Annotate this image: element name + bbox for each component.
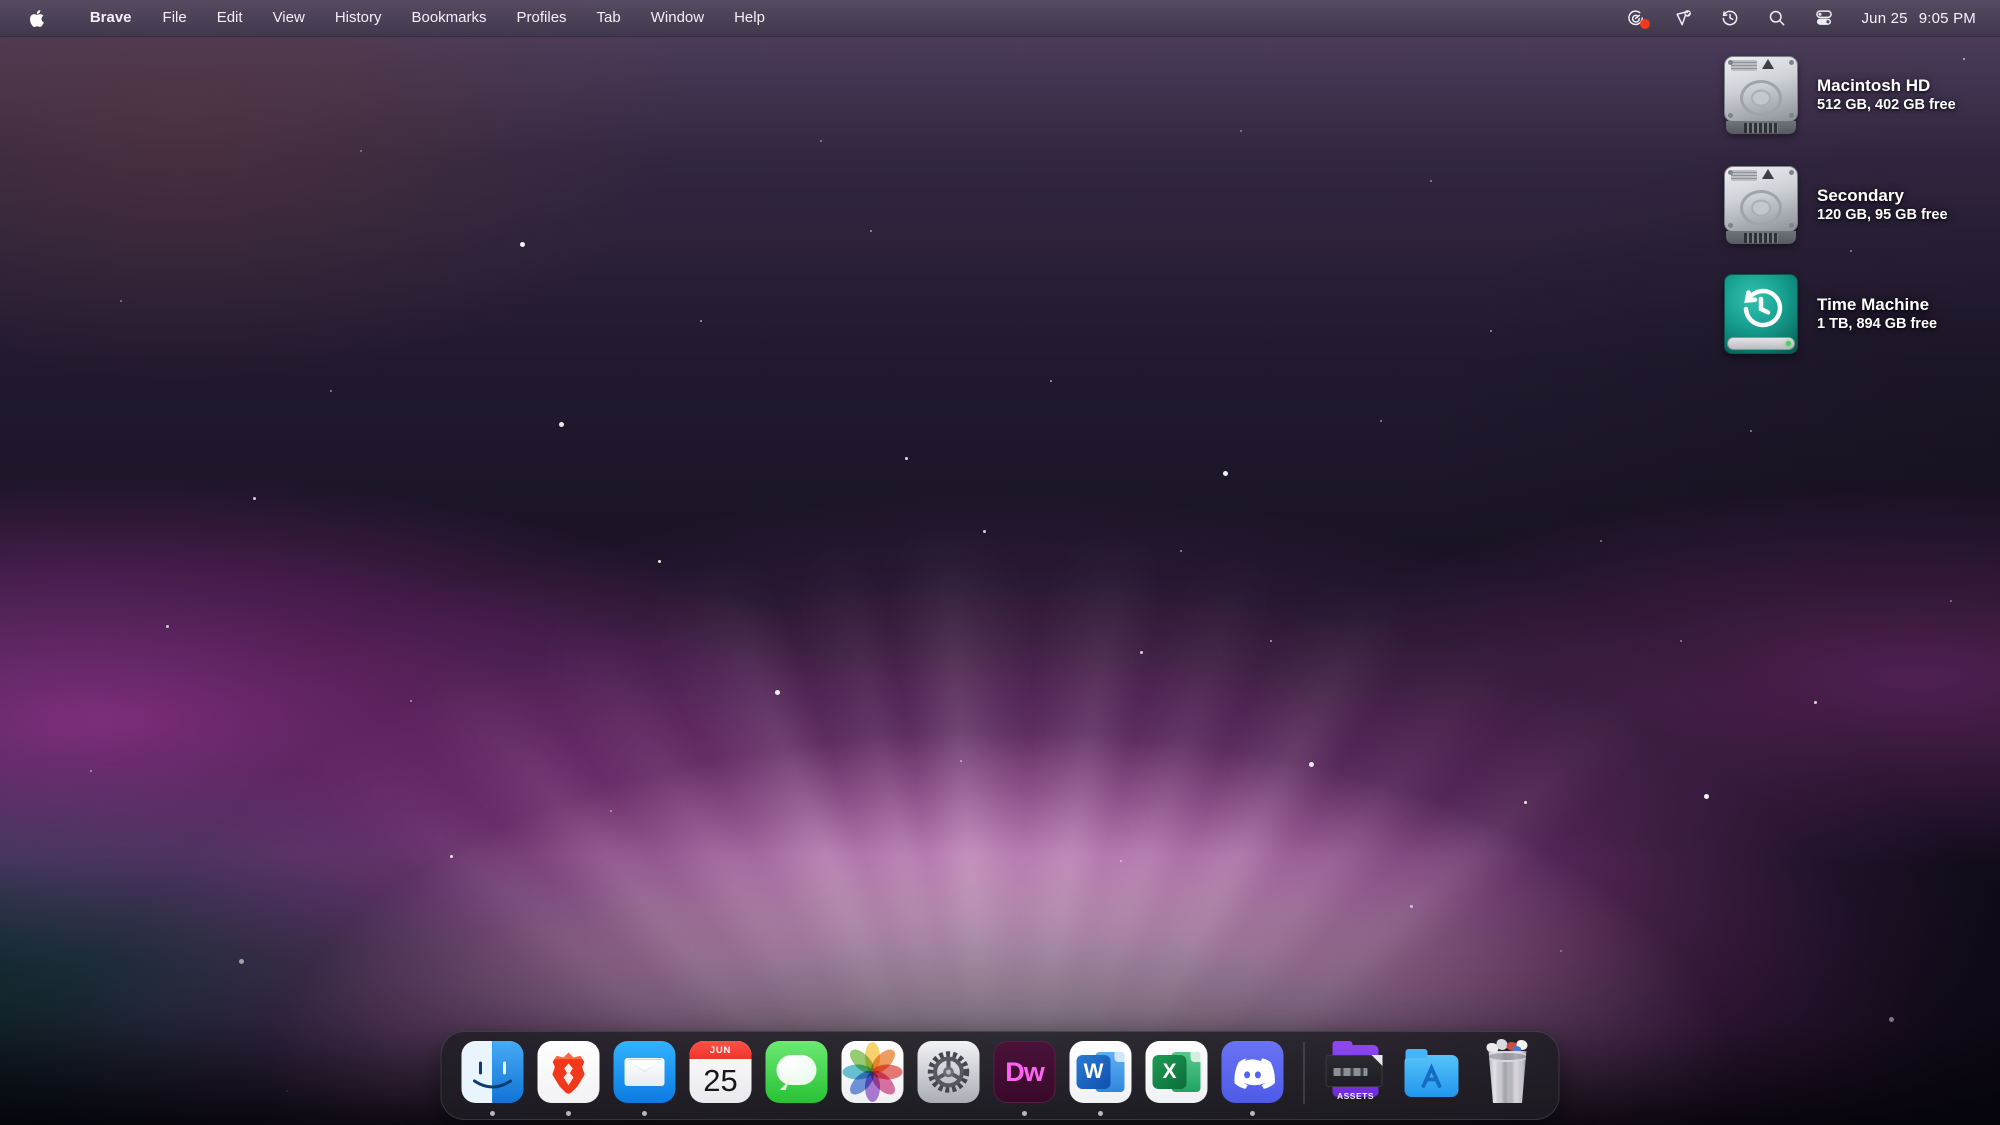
menu-bar-clock[interactable]: Jun 25 9:05 PM: [1861, 10, 1976, 27]
apple-menu[interactable]: [24, 0, 50, 36]
calendar-day: 25: [690, 1059, 752, 1103]
time-machine-drive-icon: [1722, 274, 1800, 354]
internal-hard-drive-icon: [1722, 164, 1800, 246]
word-glyph: W: [1077, 1055, 1111, 1089]
dock-photos[interactable]: [842, 1041, 904, 1121]
dock-calendar[interactable]: JUN 25: [690, 1041, 752, 1121]
menu-view[interactable]: View: [258, 0, 320, 36]
desktop-volume-macintosh-hd[interactable]: Macintosh HD 512 GB, 402 GB free: [1722, 54, 1956, 136]
internal-hard-drive-icon: [1722, 54, 1800, 136]
dreamweaver-glyph: Dw: [1005, 1057, 1044, 1088]
desktop-volumes: Macintosh HD 512 GB, 402 GB free Seconda…: [1722, 54, 1956, 382]
time-machine-icon[interactable]: [1720, 0, 1740, 36]
notification-badge: [1640, 19, 1650, 29]
dock-system-settings[interactable]: [918, 1041, 980, 1121]
control-center-icon[interactable]: [1814, 0, 1834, 36]
spotlight-search-icon[interactable]: [1767, 0, 1787, 36]
apple-logo-icon: [30, 10, 44, 27]
menu-window[interactable]: Window: [636, 0, 719, 36]
volume-info: 1 TB, 894 GB free: [1817, 315, 1937, 334]
running-indicator: [566, 1111, 571, 1116]
menu-bar: Brave File Edit View History Bookmarks P…: [0, 0, 2000, 36]
excel-glyph: X: [1153, 1055, 1187, 1089]
assets-folder-label: ASSETS: [1325, 1091, 1387, 1101]
dock-trash[interactable]: [1477, 1041, 1539, 1121]
menu-file[interactable]: File: [148, 0, 202, 36]
volume-info: 512 GB, 402 GB free: [1817, 96, 1956, 115]
settings-gear-icon: [918, 1041, 980, 1103]
menu-tab[interactable]: Tab: [582, 0, 636, 36]
finder-icon: [462, 1041, 524, 1103]
dock-finder[interactable]: [462, 1041, 524, 1121]
calendar-icon: JUN 25: [690, 1041, 752, 1103]
menu-bar-status-area: Jun 25 9:05 PM: [1626, 0, 1976, 36]
brave-icon: [538, 1041, 600, 1103]
trash-full-icon: [1477, 1041, 1539, 1107]
applications-folder-icon: [1401, 1041, 1463, 1103]
dock-divider: [1304, 1042, 1305, 1104]
dock-folder-assets[interactable]: ASSETS: [1325, 1041, 1387, 1121]
desktop-volume-time-machine[interactable]: Time Machine 1 TB, 894 GB free: [1722, 274, 1956, 354]
dock-folder-applications[interactable]: [1401, 1041, 1463, 1121]
dock-mail[interactable]: [614, 1041, 676, 1121]
dock-word[interactable]: W: [1070, 1041, 1132, 1121]
volume-name: Macintosh HD: [1817, 75, 1956, 96]
fan-check-icon[interactable]: [1673, 0, 1693, 36]
dock-brave[interactable]: [538, 1041, 600, 1121]
volume-name: Time Machine: [1817, 294, 1937, 315]
menu-profiles[interactable]: Profiles: [502, 0, 582, 36]
photos-icon: [842, 1041, 904, 1103]
clock-date: Jun 25: [1861, 10, 1907, 27]
running-indicator: [642, 1111, 647, 1116]
menu-history[interactable]: History: [320, 0, 397, 36]
vignette: [0, 0, 2000, 1125]
dock-excel[interactable]: X: [1146, 1041, 1208, 1121]
desktop-volume-secondary[interactable]: Secondary 120 GB, 95 GB free: [1722, 164, 1956, 246]
clock-time: 9:05 PM: [1919, 10, 1976, 27]
messages-icon: [766, 1041, 828, 1103]
calendar-month: JUN: [690, 1041, 752, 1059]
menu-help[interactable]: Help: [719, 0, 780, 36]
dock-messages[interactable]: [766, 1041, 828, 1121]
gauge-status-icon[interactable]: [1626, 0, 1646, 36]
running-indicator: [1250, 1111, 1255, 1116]
running-indicator: [1098, 1111, 1103, 1116]
dreamweaver-icon: Dw: [994, 1041, 1056, 1103]
assets-folder-icon: ASSETS: [1325, 1041, 1387, 1103]
word-icon: W: [1070, 1041, 1132, 1103]
running-indicator: [490, 1111, 495, 1116]
excel-icon: X: [1146, 1041, 1208, 1103]
running-indicator: [1022, 1111, 1027, 1116]
volume-info: 120 GB, 95 GB free: [1817, 206, 1948, 225]
dock-discord[interactable]: [1222, 1041, 1284, 1121]
dock: JUN 25: [441, 1031, 1560, 1120]
dock-dreamweaver[interactable]: Dw: [994, 1041, 1056, 1121]
mail-icon: [614, 1041, 676, 1103]
menu-bookmarks[interactable]: Bookmarks: [396, 0, 501, 36]
menu-brave[interactable]: Brave: [74, 0, 148, 36]
volume-name: Secondary: [1817, 185, 1948, 206]
menu-edit[interactable]: Edit: [202, 0, 258, 36]
discord-icon: [1222, 1041, 1284, 1103]
